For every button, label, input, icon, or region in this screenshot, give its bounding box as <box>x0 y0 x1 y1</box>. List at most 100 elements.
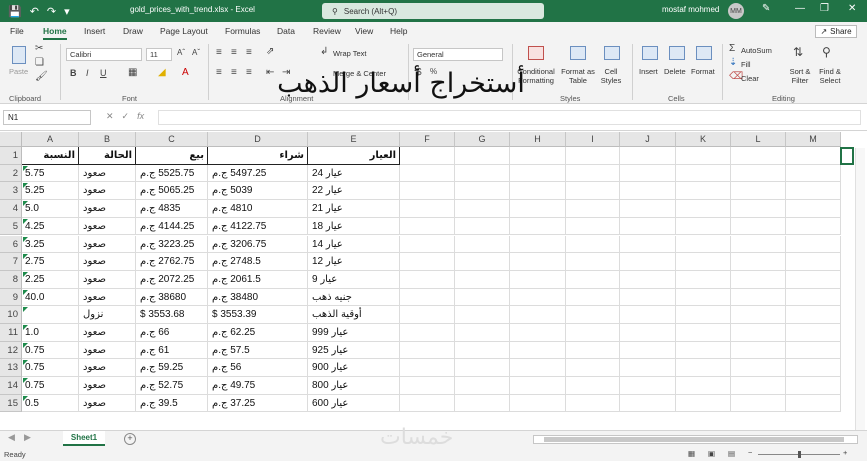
tab-view[interactable]: View <box>355 26 373 36</box>
format-cells-icon[interactable] <box>696 46 712 60</box>
row-header-3[interactable]: 3 <box>0 182 22 201</box>
table-cell[interactable]: 2061.5 ج.م <box>208 270 308 289</box>
zoom-slider-thumb[interactable] <box>798 451 801 458</box>
empty-cell[interactable] <box>676 377 731 395</box>
table-cell[interactable]: نزول <box>79 306 136 324</box>
table-cell[interactable]: 61 ج.م <box>136 341 208 360</box>
empty-cell[interactable] <box>731 200 786 218</box>
column-header-a[interactable]: A <box>22 132 79 147</box>
table-cell[interactable]: صعود <box>79 164 136 183</box>
table-cell[interactable]: 37.25 ج.م <box>208 394 308 413</box>
empty-cell[interactable] <box>455 200 510 218</box>
cell-styles-icon[interactable] <box>604 46 620 60</box>
row-header-14[interactable]: 14 <box>0 377 22 395</box>
empty-cell[interactable] <box>510 217 566 236</box>
empty-cell[interactable] <box>566 324 620 342</box>
empty-cell[interactable] <box>455 182 510 201</box>
empty-cell[interactable] <box>786 217 841 236</box>
row-header-10[interactable]: 10 <box>0 306 22 324</box>
font-name-select[interactable]: Calibri <box>66 48 142 61</box>
tab-help[interactable]: Help <box>390 26 407 36</box>
empty-cell[interactable] <box>400 324 455 342</box>
table-cell[interactable]: 3.25 <box>22 235 79 254</box>
row-header-7[interactable]: 7 <box>0 253 22 271</box>
empty-cell[interactable] <box>620 235 676 254</box>
table-cell[interactable]: 2.25 <box>22 270 79 289</box>
conditional-formatting-icon[interactable] <box>528 46 544 60</box>
empty-cell[interactable] <box>676 147 731 165</box>
table-cell[interactable]: 2762.75 ج.م <box>136 253 208 271</box>
column-header-l[interactable]: L <box>731 132 786 147</box>
empty-cell[interactable] <box>400 147 455 165</box>
insert-cells-button[interactable]: Insert <box>639 67 658 76</box>
empty-cell[interactable] <box>566 377 620 395</box>
empty-cell[interactable] <box>620 377 676 395</box>
sort-filter-button[interactable]: Sort & Filter <box>787 67 813 85</box>
column-header-c[interactable]: C <box>136 132 208 147</box>
fill-color-icon[interactable]: ◢ <box>158 67 166 78</box>
align-middle-icon[interactable]: ≡ <box>231 47 237 58</box>
empty-cell[interactable] <box>786 253 841 271</box>
table-cell[interactable]: عيار 925 <box>308 341 400 360</box>
empty-cell[interactable] <box>786 147 841 165</box>
row-header-9[interactable]: 9 <box>0 288 22 307</box>
table-cell[interactable]: 38680 ج.م <box>136 288 208 307</box>
table-cell[interactable]: 5525.75 ج.م <box>136 164 208 183</box>
fx-icon[interactable]: fx <box>137 111 144 122</box>
empty-cell[interactable] <box>400 200 455 218</box>
empty-cell[interactable] <box>731 394 786 413</box>
paste-icon[interactable] <box>12 46 26 64</box>
empty-cell[interactable] <box>400 341 455 360</box>
empty-cell[interactable] <box>786 182 841 201</box>
empty-cell[interactable] <box>400 288 455 307</box>
format-as-table-icon[interactable] <box>570 46 586 60</box>
font-color-icon[interactable]: A <box>182 67 189 78</box>
column-header-d[interactable]: D <box>208 132 308 147</box>
table-cell[interactable]: 4810 ج.م <box>208 200 308 218</box>
empty-cell[interactable] <box>510 306 566 324</box>
empty-cell[interactable] <box>455 359 510 378</box>
row-header-12[interactable]: 12 <box>0 341 22 360</box>
empty-cell[interactable] <box>455 341 510 360</box>
bold-icon[interactable]: B <box>70 68 77 78</box>
empty-cell[interactable] <box>731 217 786 236</box>
table-cell[interactable]: صعود <box>79 288 136 307</box>
empty-cell[interactable] <box>510 359 566 378</box>
empty-cell[interactable] <box>786 288 841 307</box>
wrap-text-icon[interactable]: ↲ <box>320 46 328 57</box>
table-cell[interactable]: عيار 24 <box>308 164 400 183</box>
empty-cell[interactable] <box>731 164 786 183</box>
header-cell-c[interactable]: بيع <box>136 147 208 165</box>
table-cell[interactable]: صعود <box>79 217 136 236</box>
row-header-6[interactable]: 6 <box>0 235 22 254</box>
table-cell[interactable]: 5497.25 ج.م <box>208 164 308 183</box>
font-size-select[interactable]: 11 <box>146 48 172 61</box>
autosum-button[interactable]: AutoSum <box>741 46 772 55</box>
empty-cell[interactable] <box>731 270 786 289</box>
tab-draw[interactable]: Draw <box>123 26 143 36</box>
underline-icon[interactable]: U <box>100 68 107 78</box>
tab-home[interactable]: Home <box>43 26 67 36</box>
empty-cell[interactable] <box>455 270 510 289</box>
wrap-text-button[interactable]: Wrap Text <box>333 49 367 58</box>
row-header-15[interactable]: 15 <box>0 394 22 413</box>
empty-cell[interactable] <box>620 341 676 360</box>
column-header-m[interactable]: M <box>786 132 841 147</box>
empty-cell[interactable] <box>510 288 566 307</box>
undo-icon[interactable]: ↶ <box>30 5 39 18</box>
table-cell[interactable]: 0.75 <box>22 359 79 378</box>
find-select-icon[interactable]: ⚲ <box>822 45 831 59</box>
table-cell[interactable]: عيار 21 <box>308 200 400 218</box>
empty-cell[interactable] <box>620 288 676 307</box>
table-cell[interactable]: عيار 9 <box>308 270 400 289</box>
empty-cell[interactable] <box>620 147 676 165</box>
empty-cell[interactable] <box>620 217 676 236</box>
tab-insert[interactable]: Insert <box>84 26 105 36</box>
empty-cell[interactable] <box>510 270 566 289</box>
table-cell[interactable]: 4835 ج.م <box>136 200 208 218</box>
table-cell[interactable]: عيار 999 <box>308 324 400 342</box>
empty-cell[interactable] <box>455 164 510 183</box>
empty-cell[interactable] <box>400 306 455 324</box>
table-cell[interactable]: 52.75 ج.م <box>136 377 208 395</box>
empty-cell[interactable] <box>731 182 786 201</box>
